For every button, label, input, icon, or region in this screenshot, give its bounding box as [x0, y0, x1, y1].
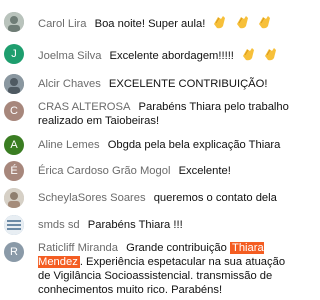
clap-emoji-group	[208, 16, 271, 30]
chat-text: EXCELENTE CONTRIBUIÇÃO!	[108, 78, 268, 90]
chat-author[interactable]: Aline Lemes	[38, 139, 100, 151]
chat-message-line: ScheylaSores Soares queremos o contato d…	[38, 191, 296, 205]
chat-message-line: CRAS ALTEROSA Parabéns Thiara pelo traba…	[38, 100, 296, 128]
chat-message-line: Érica Cardoso Grão Mogol Excelente!	[38, 164, 296, 178]
avatar[interactable]: C	[4, 101, 24, 121]
profile-photo-icon	[4, 74, 24, 94]
chat-author[interactable]: smds sd	[38, 219, 80, 231]
chat-text: Parabéns Thiara !!!	[87, 219, 183, 231]
avatar[interactable]	[4, 188, 24, 208]
chat-author[interactable]: Alcir Chaves	[38, 78, 101, 90]
chat-text: Boa noite! Super aula!	[94, 18, 206, 30]
chat-author[interactable]: Érica Cardoso Grão Mogol	[38, 165, 170, 177]
chat-message-line: smds sd Parabéns Thiara !!!	[38, 218, 296, 232]
clapping-hands-icon	[214, 16, 226, 29]
chat-author[interactable]: Raticliff Miranda	[38, 242, 118, 254]
avatar[interactable]	[4, 12, 24, 32]
avatar[interactable]: J	[4, 44, 24, 64]
avatar[interactable]: É	[4, 161, 24, 181]
chat-author[interactable]: CRAS ALTEROSA	[38, 101, 130, 113]
chat-message-line: Alcir Chaves EXCELENTE CONTRIBUIÇÃO!	[38, 77, 296, 91]
chat-text: Obgda pela bela explicação Thiara	[107, 139, 281, 151]
avatar[interactable]	[4, 74, 24, 94]
profile-photo-icon	[4, 188, 24, 208]
chat-message-line: Carol Lira Boa noite! Super aula!	[38, 14, 296, 31]
clapping-hands-icon	[258, 16, 270, 29]
clapping-hands-icon	[265, 48, 277, 61]
chat-text: Excelente!	[178, 165, 231, 177]
clapping-hands-icon	[236, 16, 248, 29]
chat-message-line: Joelma Silva Excelente abordagem!!!!!	[38, 46, 296, 63]
avatar[interactable]	[4, 215, 24, 235]
live-chat: Carol Lira Boa noite! Super aula! J Joel…	[0, 0, 300, 300]
profile-photo-icon	[4, 12, 24, 32]
chat-text: Grande contribuição	[126, 242, 227, 254]
avatar[interactable]: R	[4, 242, 24, 262]
clapping-hands-icon	[243, 48, 255, 61]
chat-author[interactable]: Joelma Silva	[38, 50, 101, 62]
chat-author[interactable]: ScheylaSores Soares	[38, 192, 146, 204]
chat-author[interactable]: Carol Lira	[38, 18, 87, 30]
clap-emoji-group	[237, 48, 278, 62]
chat-message-line: Aline Lemes Obgda pela bela explicação T…	[38, 138, 296, 152]
avatar[interactable]: A	[4, 135, 24, 155]
profile-photo-icon	[4, 215, 24, 235]
chat-text: Excelente abordagem!!!!!	[109, 50, 234, 62]
chat-text: queremos o contato dela	[153, 192, 277, 204]
chat-message-line: Raticliff Miranda Grande contribuição Th…	[38, 241, 296, 297]
